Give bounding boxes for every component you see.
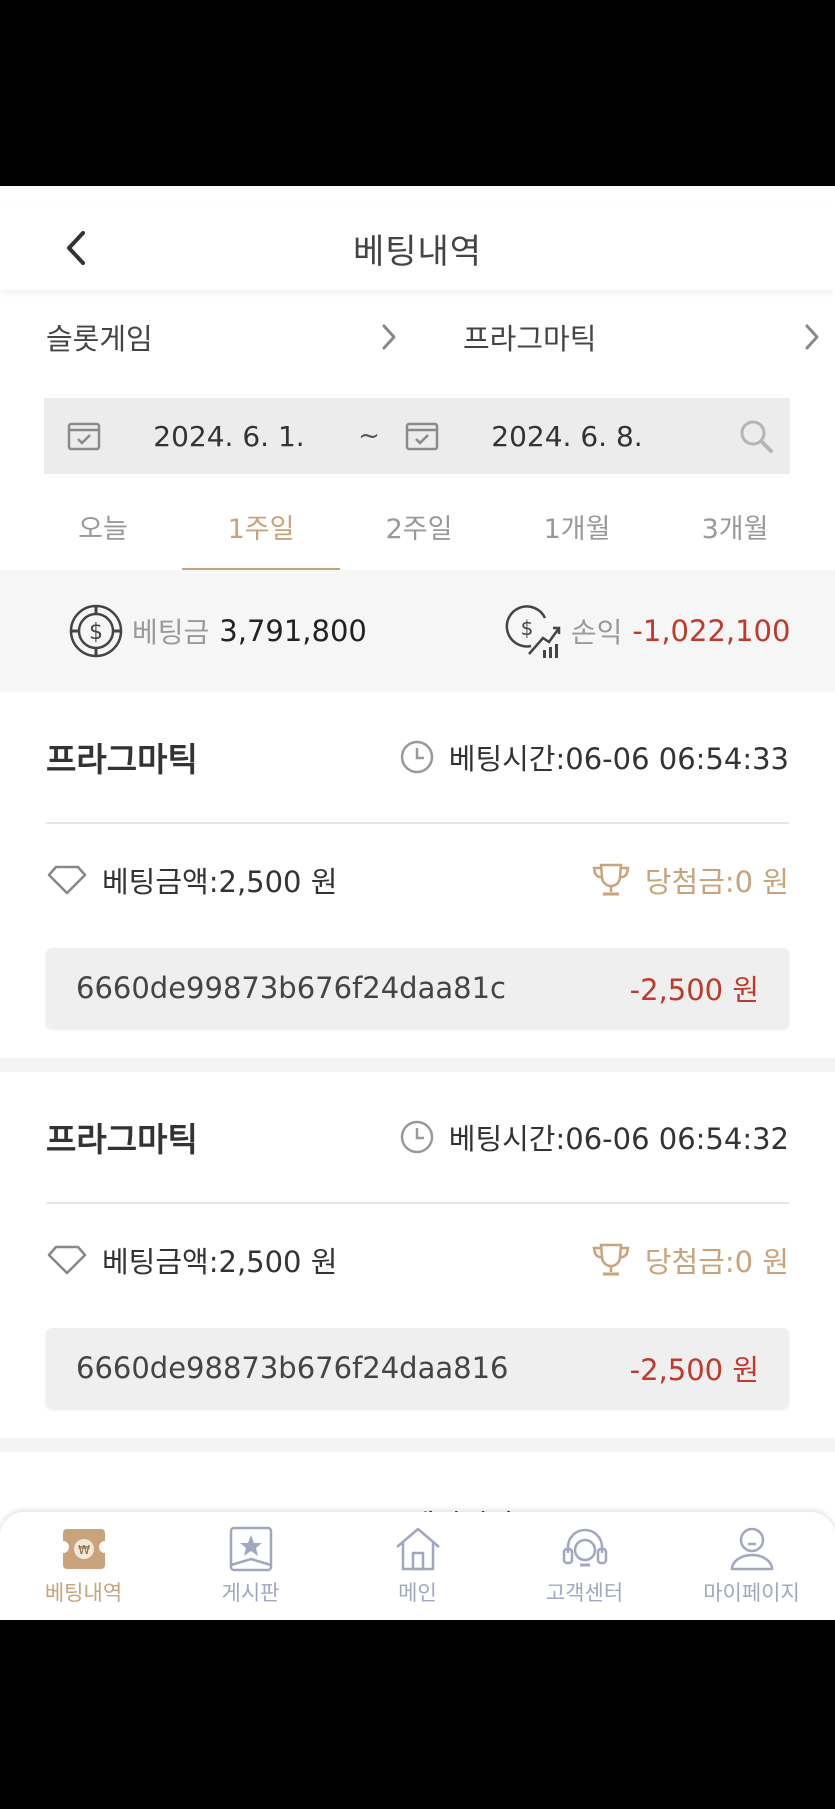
back-button[interactable] [52, 224, 100, 272]
record-win-amount: 당첨금:0 원 [591, 1239, 789, 1281]
record-divider [0, 1058, 835, 1072]
category-selector[interactable]: 슬롯게임 [0, 304, 417, 370]
record-time-text: 베팅시간:06-06 06:54:33 [448, 742, 789, 776]
headset-icon [562, 1528, 607, 1567]
record-time-text: 베팅시간:06-06 06:54:32 [448, 1122, 789, 1156]
record-vendor: 프라그마틱 [46, 740, 198, 779]
nav-label: 메인 [398, 1581, 437, 1605]
header-bar: 베팅내역 [0, 206, 835, 290]
summary-bet-label: 베팅금 [132, 616, 210, 649]
bet-record: 프라그마틱 베팅시간:06-06 06:54:33 베팅금액:2,500 원 당… [0, 692, 835, 1058]
clock-icon [400, 740, 434, 774]
filter-selectors: 슬롯게임 프라그마틱 [0, 304, 835, 370]
calendar-end-icon[interactable] [404, 420, 440, 452]
trophy-icon [592, 863, 630, 896]
home-icon [395, 1527, 440, 1571]
nav-label: 마이페이지 [703, 1581, 800, 1605]
category-label: 슬롯게임 [46, 322, 153, 356]
calendar-start-icon[interactable] [66, 420, 102, 452]
coin-icon: $ [69, 604, 123, 658]
board-icon [229, 1526, 272, 1572]
nav-betting-history[interactable]: ₩ 베팅내역 [0, 1512, 167, 1620]
screen: 베팅내역 슬롯게임 프라그마틱 2024. 6. 1. ~ 2024. 6. 8… [0, 186, 835, 1620]
chevron-left-icon [67, 231, 85, 265]
nav-board[interactable]: 게시판 [167, 1512, 334, 1620]
chevron-right-icon [805, 324, 819, 350]
period-tabs: 오늘 1주일 2주일 1개월 3개월 [0, 482, 835, 572]
provider-label: 프라그마틱 [463, 322, 597, 356]
ticket-icon: ₩ [62, 1529, 105, 1569]
summary-bar: $ 베팅금 3,791,800 $ 손익 -1,022,100 [0, 570, 835, 692]
summary-bet-value: 3,791,800 [219, 614, 367, 648]
nav-customer-center[interactable]: 고객센터 [501, 1512, 668, 1620]
tab-2week[interactable]: 2주일 [340, 482, 498, 570]
record-divider [0, 1438, 835, 1452]
record-time: 베팅시간:06-06 06:54:32 [399, 1116, 789, 1158]
tab-1month[interactable]: 1개월 [498, 482, 656, 570]
date-range-bar: 2024. 6. 1. ~ 2024. 6. 8. [44, 398, 790, 474]
summary-pl: $ 손익 -1,022,100 [505, 602, 791, 660]
record-amounts: 베팅금액:2,500 원 당첨금:0 원 [46, 1204, 789, 1316]
summary-pl-value: -1,022,100 [632, 614, 791, 648]
chevron-right-icon [382, 324, 396, 350]
svg-text:₩: ₩ [78, 1543, 90, 1557]
tab-1week[interactable]: 1주일 [182, 482, 340, 572]
record-id-row: 6660de99873b676f24daa81c -2,500 원 [46, 948, 789, 1028]
summary-pl-label: 손익 [570, 616, 623, 649]
record-vendor: 프라그마틱 [46, 1120, 198, 1159]
record-bet-id: 6660de99873b676f24daa81c [76, 971, 506, 1005]
record-amounts: 베팅금액:2,500 원 당첨금:0 원 [46, 824, 789, 936]
svg-text:$: $ [89, 620, 103, 645]
record-win-amount-text: 당첨금:0 원 [644, 1245, 789, 1279]
user-icon [730, 1527, 773, 1571]
clock-icon [400, 1120, 434, 1154]
nav-mypage[interactable]: 마이페이지 [668, 1512, 835, 1620]
summary-bet: $ 베팅금 3,791,800 [68, 603, 367, 659]
bet-record: 프라그마틱 베팅시간:06-06 06:54:32 베팅금액:2,500 원 당… [0, 1072, 835, 1438]
provider-selector[interactable]: 프라그마틱 [417, 304, 834, 370]
date-separator: ~ [358, 421, 380, 451]
diamond-icon [47, 1245, 87, 1275]
record-bet-id: 6660de98873b676f24daa816 [76, 1351, 509, 1385]
nav-main[interactable]: 메인 [334, 1512, 501, 1620]
record-bet-amount-text: 베팅금액:2,500 원 [102, 1245, 338, 1279]
record-delta: -2,500 원 [629, 973, 759, 1007]
nav-label: 고객센터 [545, 1581, 624, 1605]
svg-text:$: $ [521, 616, 534, 640]
nav-label: 게시판 [221, 1581, 280, 1605]
record-delta: -2,500 원 [629, 1353, 759, 1387]
profit-chart-icon: $ [505, 605, 561, 658]
nav-label: 베팅내역 [44, 1581, 123, 1605]
record-time: 베팅시간:06-06 06:54:33 [399, 736, 789, 778]
bottom-nav: ₩ 베팅내역 게시판 메인 고객센터 마이페이지 [0, 1512, 835, 1620]
record-win-amount: 당첨금:0 원 [591, 859, 789, 901]
record-id-row: 6660de98873b676f24daa816 -2,500 원 [46, 1328, 789, 1408]
tab-today[interactable]: 오늘 [24, 482, 182, 570]
start-date[interactable]: 2024. 6. 1. [102, 420, 356, 453]
search-icon[interactable] [736, 416, 776, 456]
record-bet-amount: 베팅금액:2,500 원 [46, 1239, 337, 1281]
record-win-amount-text: 당첨금:0 원 [644, 865, 789, 899]
page-title: 베팅내역 [352, 231, 483, 272]
tab-3month[interactable]: 3개월 [656, 482, 814, 570]
record-header: 프라그마틱 베팅시간:06-06 06:54:32 [46, 1072, 789, 1204]
record-bet-amount-text: 베팅금액:2,500 원 [102, 865, 338, 899]
diamond-icon [47, 865, 87, 895]
trophy-icon [592, 1243, 630, 1276]
record-header: 프라그마틱 베팅시간:06-06 06:54:33 [46, 692, 789, 824]
end-date[interactable]: 2024. 6. 8. [440, 420, 694, 453]
record-bet-amount: 베팅금액:2,500 원 [46, 859, 337, 901]
